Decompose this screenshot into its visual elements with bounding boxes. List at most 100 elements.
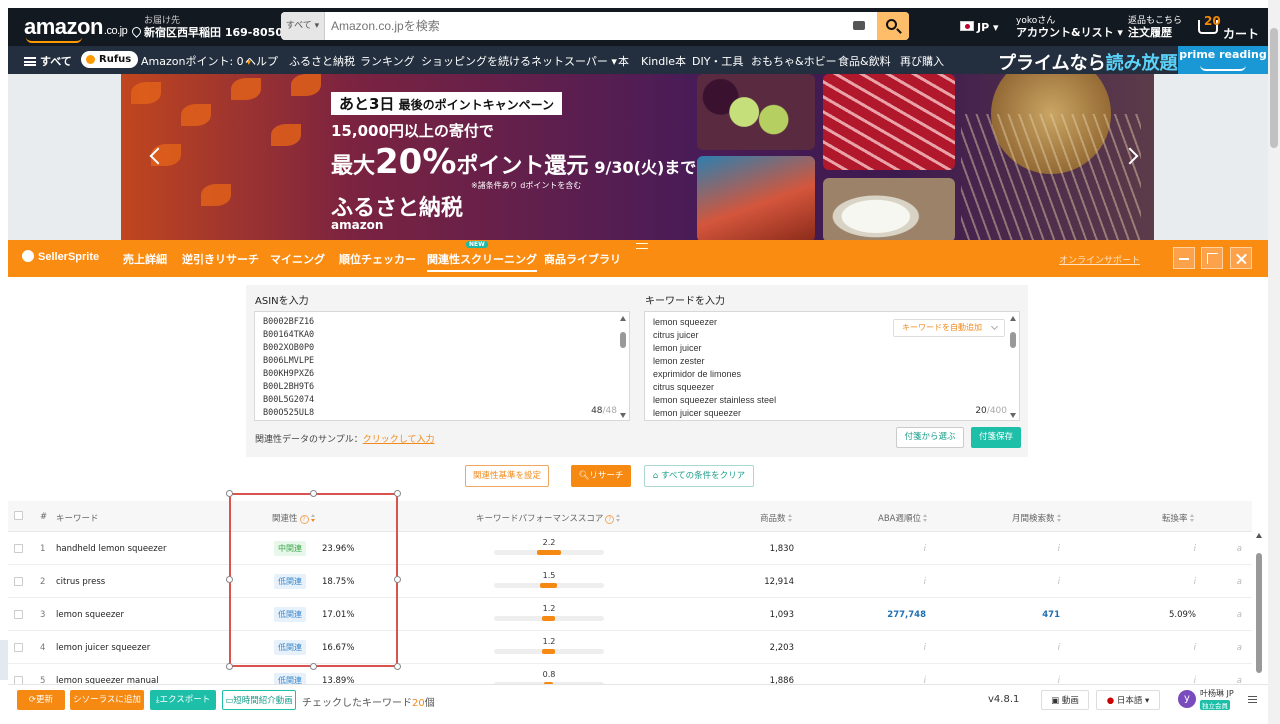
language-selector[interactable]: JP ▾	[977, 21, 999, 34]
scroll-thumb[interactable]	[1010, 332, 1016, 348]
table-row[interactable]: 1 handheld lemon squeezer 中関連 23.96% 2.2 1,83…	[8, 532, 1252, 565]
tab-relevance-screening[interactable]: 関連性スクリーニング	[427, 251, 537, 272]
resize-handle[interactable]	[310, 490, 317, 497]
camera-icon[interactable]	[853, 21, 865, 30]
nav-toys[interactable]: おもちゃ&ホビー	[751, 53, 837, 69]
nav-diy[interactable]: DIY・工具	[692, 53, 743, 69]
nav-buy-again[interactable]: 再び購入	[900, 53, 944, 69]
row-keyword[interactable]: citrus press	[56, 577, 105, 587]
row-checkbox[interactable]	[14, 610, 23, 619]
intro-video-button[interactable]: ▭短時間紹介動画	[222, 690, 296, 710]
save-notes-button[interactable]: 付箋保存	[971, 427, 1021, 448]
nav-continue-shopping[interactable]: ショッピングを続ける	[421, 53, 531, 69]
add-to-thesaurus-button[interactable]: シソーラスに追加	[70, 690, 144, 710]
keyword-textarea[interactable]: lemon squeezer citrus juicer lemon juice…	[644, 311, 1020, 421]
nav-net-super[interactable]: ネットスーパー ▾	[531, 53, 617, 69]
search-category-dropdown[interactable]: すべて ▾	[281, 12, 325, 40]
scroll-down-icon[interactable]	[1010, 413, 1016, 418]
row-more[interactable]: a	[1237, 643, 1242, 653]
cart[interactable]: 20 カート	[1194, 12, 1264, 42]
menu-icon[interactable]	[1248, 696, 1257, 703]
set-criteria-button[interactable]: 関連性基準を設定	[465, 465, 549, 487]
sample-data-link[interactable]: クリックして入力	[363, 435, 435, 445]
select-all-checkbox[interactable]	[14, 511, 23, 520]
clear-conditions-button[interactable]: ⌂ すべての条件をクリア	[644, 465, 754, 487]
sort-icon[interactable]	[1189, 514, 1195, 522]
auto-add-keyword-dropdown[interactable]: キーワードを自動追加	[893, 319, 1005, 337]
scroll-up-icon[interactable]	[1010, 316, 1016, 321]
row-more[interactable]: a	[1237, 577, 1242, 587]
row-keyword[interactable]: lemon squeezer	[56, 610, 124, 620]
nav-ranking[interactable]: ランキング	[360, 53, 415, 69]
row-keyword[interactable]: handheld lemon squeezer	[56, 544, 166, 554]
resize-handle[interactable]	[394, 490, 401, 497]
row-checkbox[interactable]	[14, 643, 23, 652]
row-checkbox[interactable]	[14, 544, 23, 553]
account-lists[interactable]: yokoさん アカウント&リスト ▾	[1016, 15, 1123, 39]
tab-sales-detail[interactable]: 売上詳細	[123, 251, 167, 267]
research-button[interactable]: 🔍︎リサーチ	[571, 465, 631, 487]
col-monthly[interactable]: 月間検索数	[1012, 512, 1062, 524]
close-button[interactable]	[1230, 247, 1252, 269]
sort-icon[interactable]	[922, 514, 928, 522]
tab-reverse-research[interactable]: 逆引きリサーチ	[182, 251, 259, 267]
resize-handle[interactable]	[226, 490, 233, 497]
prime-reading-logo[interactable]: prime reading	[1178, 46, 1268, 74]
scroll-up-icon[interactable]	[1256, 533, 1262, 538]
table-scrollbar[interactable]	[1254, 531, 1264, 684]
col-relevance[interactable]: 関連性?	[272, 512, 316, 524]
minimize-button[interactable]	[1173, 247, 1195, 269]
asin-scrollbar[interactable]	[617, 312, 629, 420]
col-products[interactable]: 商品数	[760, 512, 793, 524]
language-dropdown[interactable]: ● 日本語 ▾	[1096, 690, 1160, 710]
nav-books[interactable]: 本	[618, 53, 629, 69]
aba-rank[interactable]: 277,748	[887, 610, 926, 620]
col-conversion[interactable]: 転換率	[1162, 512, 1195, 524]
expand-button[interactable]	[1201, 247, 1223, 269]
online-support-link[interactable]: オンラインサポート	[1059, 253, 1140, 266]
campaign-banner[interactable]: あと3日 最後のポイントキャンペーン 15,000円以上の寄付で 最大20%ポイ…	[8, 74, 1268, 242]
nav-kindle[interactable]: Kindle本	[641, 53, 686, 69]
page-scrollbar-thumb[interactable]	[1270, 28, 1278, 148]
search-button[interactable]	[877, 12, 909, 40]
row-checkbox[interactable]	[14, 577, 23, 586]
tab-rank-checker[interactable]: 順位チェッカー	[339, 251, 416, 267]
help-icon[interactable]: ?	[299, 515, 309, 524]
row-checkbox[interactable]	[14, 676, 23, 684]
row-more[interactable]: a	[1237, 544, 1242, 554]
table-row[interactable]: 5 lemon squeezer manual 低関連 13.89% 0.8 1,886 i…	[8, 664, 1252, 684]
sort-icon[interactable]	[1056, 514, 1062, 522]
tab-product-library[interactable]: 商品ライブラリ	[544, 251, 621, 267]
nav-points[interactable]: Amazonポイント: 0 ▾	[141, 53, 251, 69]
nav-furusato[interactable]: ふるさと納税	[289, 53, 355, 69]
row-more[interactable]: a	[1237, 610, 1242, 620]
scroll-thumb[interactable]	[620, 332, 626, 348]
sort-icon[interactable]	[310, 514, 316, 522]
resize-handle[interactable]	[310, 663, 317, 670]
video-button[interactable]: ▣ 動画	[1041, 690, 1089, 710]
prime-promo[interactable]: プライムなら読み放題	[998, 49, 1178, 75]
row-more[interactable]: a	[1237, 676, 1242, 684]
col-aba[interactable]: ABA週順位	[878, 512, 928, 524]
rufus-button[interactable]: Rufus	[81, 51, 139, 68]
row-keyword[interactable]: lemon squeezer manual	[56, 676, 159, 684]
japan-flag-icon[interactable]	[960, 21, 974, 31]
search-input[interactable]	[331, 12, 831, 40]
row-keyword[interactable]: lemon juicer squeezer	[56, 643, 150, 653]
scroll-up-icon[interactable]	[620, 316, 626, 321]
keyword-scrollbar[interactable]	[1007, 312, 1019, 420]
table-row[interactable]: 4 lemon juicer squeezer 低関連 16.67% 1.2 2,203 i…	[8, 631, 1252, 664]
select-from-notes-button[interactable]: 付箋から選ぶ	[896, 427, 964, 448]
deliver-to[interactable]: お届け先 新宿区西早稲田 169-8050	[130, 15, 283, 39]
help-icon[interactable]: ?	[605, 515, 615, 524]
asin-textarea[interactable]: B0002BFZ16 B00164TKA0 B002XOB0P0 B006LMV…	[254, 311, 630, 421]
page-scrollbar[interactable]	[1268, 0, 1280, 724]
refresh-button[interactable]: ⟳更新	[17, 690, 65, 710]
resize-handle[interactable]	[394, 663, 401, 670]
nav-food[interactable]: 食品&飲料	[838, 53, 891, 69]
table-row[interactable]: 3 lemon squeezer 低関連 17.01% 1.2 1,093 277,748 4…	[8, 598, 1252, 631]
returns-orders[interactable]: 返品もこちら 注文履歴	[1128, 15, 1182, 39]
drag-handle-icon[interactable]	[636, 243, 648, 249]
resize-handle[interactable]	[394, 576, 401, 583]
table-row[interactable]: 2 citrus press 低関連 18.75% 1.5 12,914 i i i a	[8, 565, 1252, 598]
